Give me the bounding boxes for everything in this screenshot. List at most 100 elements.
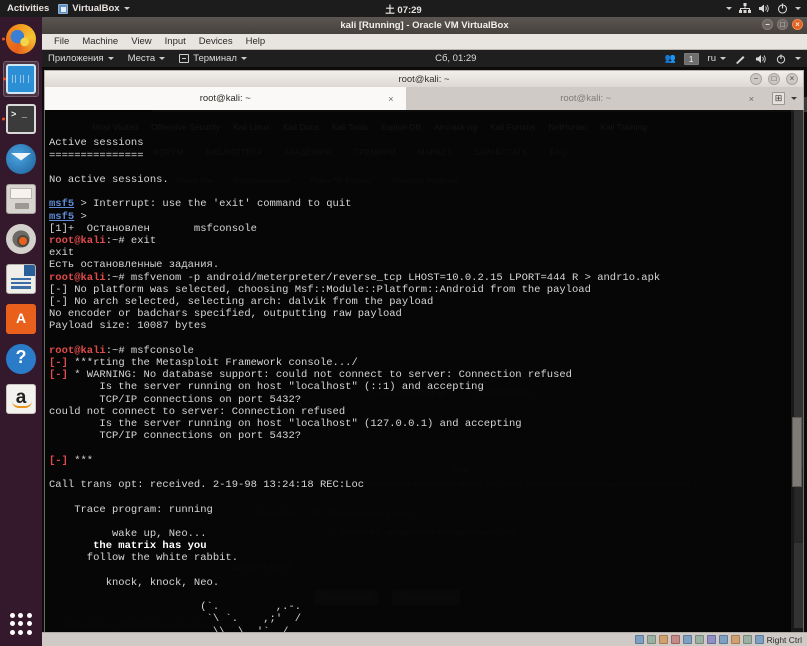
terminal-tab-label: root@kali: ~: [199, 93, 251, 104]
dock-item-system-monitor[interactable]: [3, 61, 39, 97]
minimize-button[interactable]: −: [762, 19, 773, 30]
keyboard-icon[interactable]: [742, 635, 752, 644]
chevron-down-icon: [719, 57, 726, 60]
kali-clock[interactable]: Сб, 01:29: [435, 53, 476, 64]
terminal-tab-2[interactable]: root@kali: ~ ×: [406, 87, 767, 110]
terminal-span: :~# msfconsole: [105, 344, 194, 357]
menu-devices[interactable]: Devices: [199, 36, 233, 47]
chevron-down-icon: [107, 57, 114, 60]
keyboard-layout-indicator[interactable]: ru: [708, 53, 726, 64]
terminal-line: [-] No arch selected, selecting arch: da…: [49, 296, 434, 309]
terminal-line: \\ \ ,'` /: [49, 625, 289, 632]
close-icon[interactable]: ×: [749, 94, 754, 104]
menu-input[interactable]: Input: [165, 36, 186, 47]
terminal-icon: [6, 104, 36, 134]
dock-item-terminal[interactable]: [2, 101, 39, 137]
dock-item-firefox[interactable]: [2, 21, 39, 57]
grid-dot-icon: [18, 613, 24, 618]
terminal-span: root@kali: [49, 344, 106, 357]
terminal-line: could not connect to server: Connection …: [49, 405, 346, 418]
optical-drive-icon[interactable]: [646, 635, 656, 644]
dock-item-ubuntu-software[interactable]: [3, 301, 39, 337]
terminal-span: msf5: [49, 198, 75, 211]
dock-item-help[interactable]: [3, 341, 39, 377]
dock-item-thunderbird[interactable]: [3, 141, 39, 177]
terminal-span: ***rting the Metasploit Framework consol…: [67, 357, 358, 370]
kali-places-menu[interactable]: Места: [128, 53, 166, 64]
terminal-line: TCP/IP connections on port 5432?: [49, 393, 302, 406]
workspace-indicator[interactable]: 1: [683, 52, 699, 65]
terminal-span: * WARNING: No database support: could no…: [67, 369, 572, 382]
terminal-tab-bar: root@kali: ~ × root@kali: ~ × ⊞: [44, 87, 804, 110]
close-icon[interactable]: ×: [388, 94, 393, 104]
chevron-down-icon: [795, 7, 801, 10]
display-icon[interactable]: [706, 635, 716, 644]
minimize-button[interactable]: −: [750, 73, 762, 85]
terminal-line: Active sessions: [49, 137, 144, 150]
grid-dot-icon: [26, 629, 32, 635]
menu-view[interactable]: View: [131, 36, 151, 47]
chevron-down-icon[interactable]: [794, 57, 801, 60]
terminal-span: root@kali: [49, 271, 106, 284]
terminal-line: No encoder or badchars specified, output…: [49, 308, 402, 321]
shared-folders-icon[interactable]: [694, 635, 704, 644]
terminal-output[interactable]: Active sessions =============== No active…: [44, 110, 804, 632]
users-icon[interactable]: 👥: [665, 53, 676, 64]
dock-item-rhythmbox[interactable]: [3, 221, 39, 257]
kali-applications-menu[interactable]: Приложения: [48, 53, 114, 64]
virtualbox-statusbar: Right Ctrl: [42, 632, 807, 646]
dock-item-libreoffice-writer[interactable]: [3, 261, 39, 297]
floppy-icon[interactable]: [658, 635, 668, 644]
virtualbox-window: kali [Running] - Oracle VM VirtualBox − …: [42, 17, 807, 646]
show-applications-button[interactable]: [3, 606, 39, 642]
close-button[interactable]: ×: [786, 73, 798, 85]
power-icon[interactable]: [776, 53, 786, 64]
terminal-line: Payload size: 10087 bytes: [49, 320, 207, 333]
terminal-line: [-] * WARNING: No database support: coul…: [49, 369, 803, 381]
power-icon: [777, 3, 788, 14]
menu-help[interactable]: Help: [246, 36, 266, 47]
dock-item-amazon[interactable]: [3, 381, 39, 417]
terminal-scrollbar-track[interactable]: [791, 110, 803, 632]
brightness-icon[interactable]: [735, 54, 746, 64]
keyboard-layout-label: ru: [707, 53, 716, 64]
terminal-scrollbar-thumb[interactable]: [792, 417, 802, 488]
menu-file[interactable]: File: [54, 36, 69, 47]
terminal-icon: [179, 54, 190, 63]
terminal-span: msf5: [49, 210, 75, 223]
grid-dot-icon: [10, 621, 15, 627]
menu-machine[interactable]: Machine: [82, 36, 118, 47]
terminal-line: ===============: [49, 149, 144, 162]
volume-icon[interactable]: [755, 54, 767, 64]
virtualbox-icon: [58, 3, 69, 14]
maximize-button[interactable]: □: [768, 73, 780, 85]
terminal-span: :~# exit: [105, 235, 157, 248]
help-icon: [6, 344, 36, 374]
mouse-icon[interactable]: [730, 635, 740, 644]
gnome-status-area[interactable]: [726, 3, 801, 14]
recording-icon[interactable]: [718, 635, 728, 644]
new-tab-button[interactable]: ⊞: [772, 92, 785, 105]
host-key-icon[interactable]: [754, 635, 764, 644]
hard-disk-icon[interactable]: [634, 635, 644, 644]
kali-window-menu-terminal[interactable]: Терминал: [179, 53, 247, 64]
dock-item-files[interactable]: [3, 181, 39, 217]
maximize-button[interactable]: □: [777, 19, 788, 30]
kali-panel: Приложения Места Терминал Сб, 01:29 👥 1 …: [42, 50, 807, 68]
virtualbox-window-controls: − □ ×: [762, 19, 803, 30]
terminal-span: > Interrupt: use the 'exit' command to q…: [74, 198, 352, 211]
chevron-down-icon[interactable]: [791, 97, 797, 100]
terminal-tab-1[interactable]: root@kali: ~ ×: [45, 87, 406, 110]
close-button[interactable]: ×: [792, 19, 803, 30]
terminal-line: [-] ***rting the Metasploit Framework co…: [49, 357, 803, 369]
usb-icon[interactable]: [682, 635, 692, 644]
app-menu-virtualbox[interactable]: VirtualBox: [58, 3, 130, 14]
chevron-down-icon: [159, 57, 166, 60]
kali-status-area: 👥 1 ru: [665, 52, 801, 65]
network-icon[interactable]: [670, 635, 680, 644]
activities-button[interactable]: Activities: [0, 3, 58, 14]
